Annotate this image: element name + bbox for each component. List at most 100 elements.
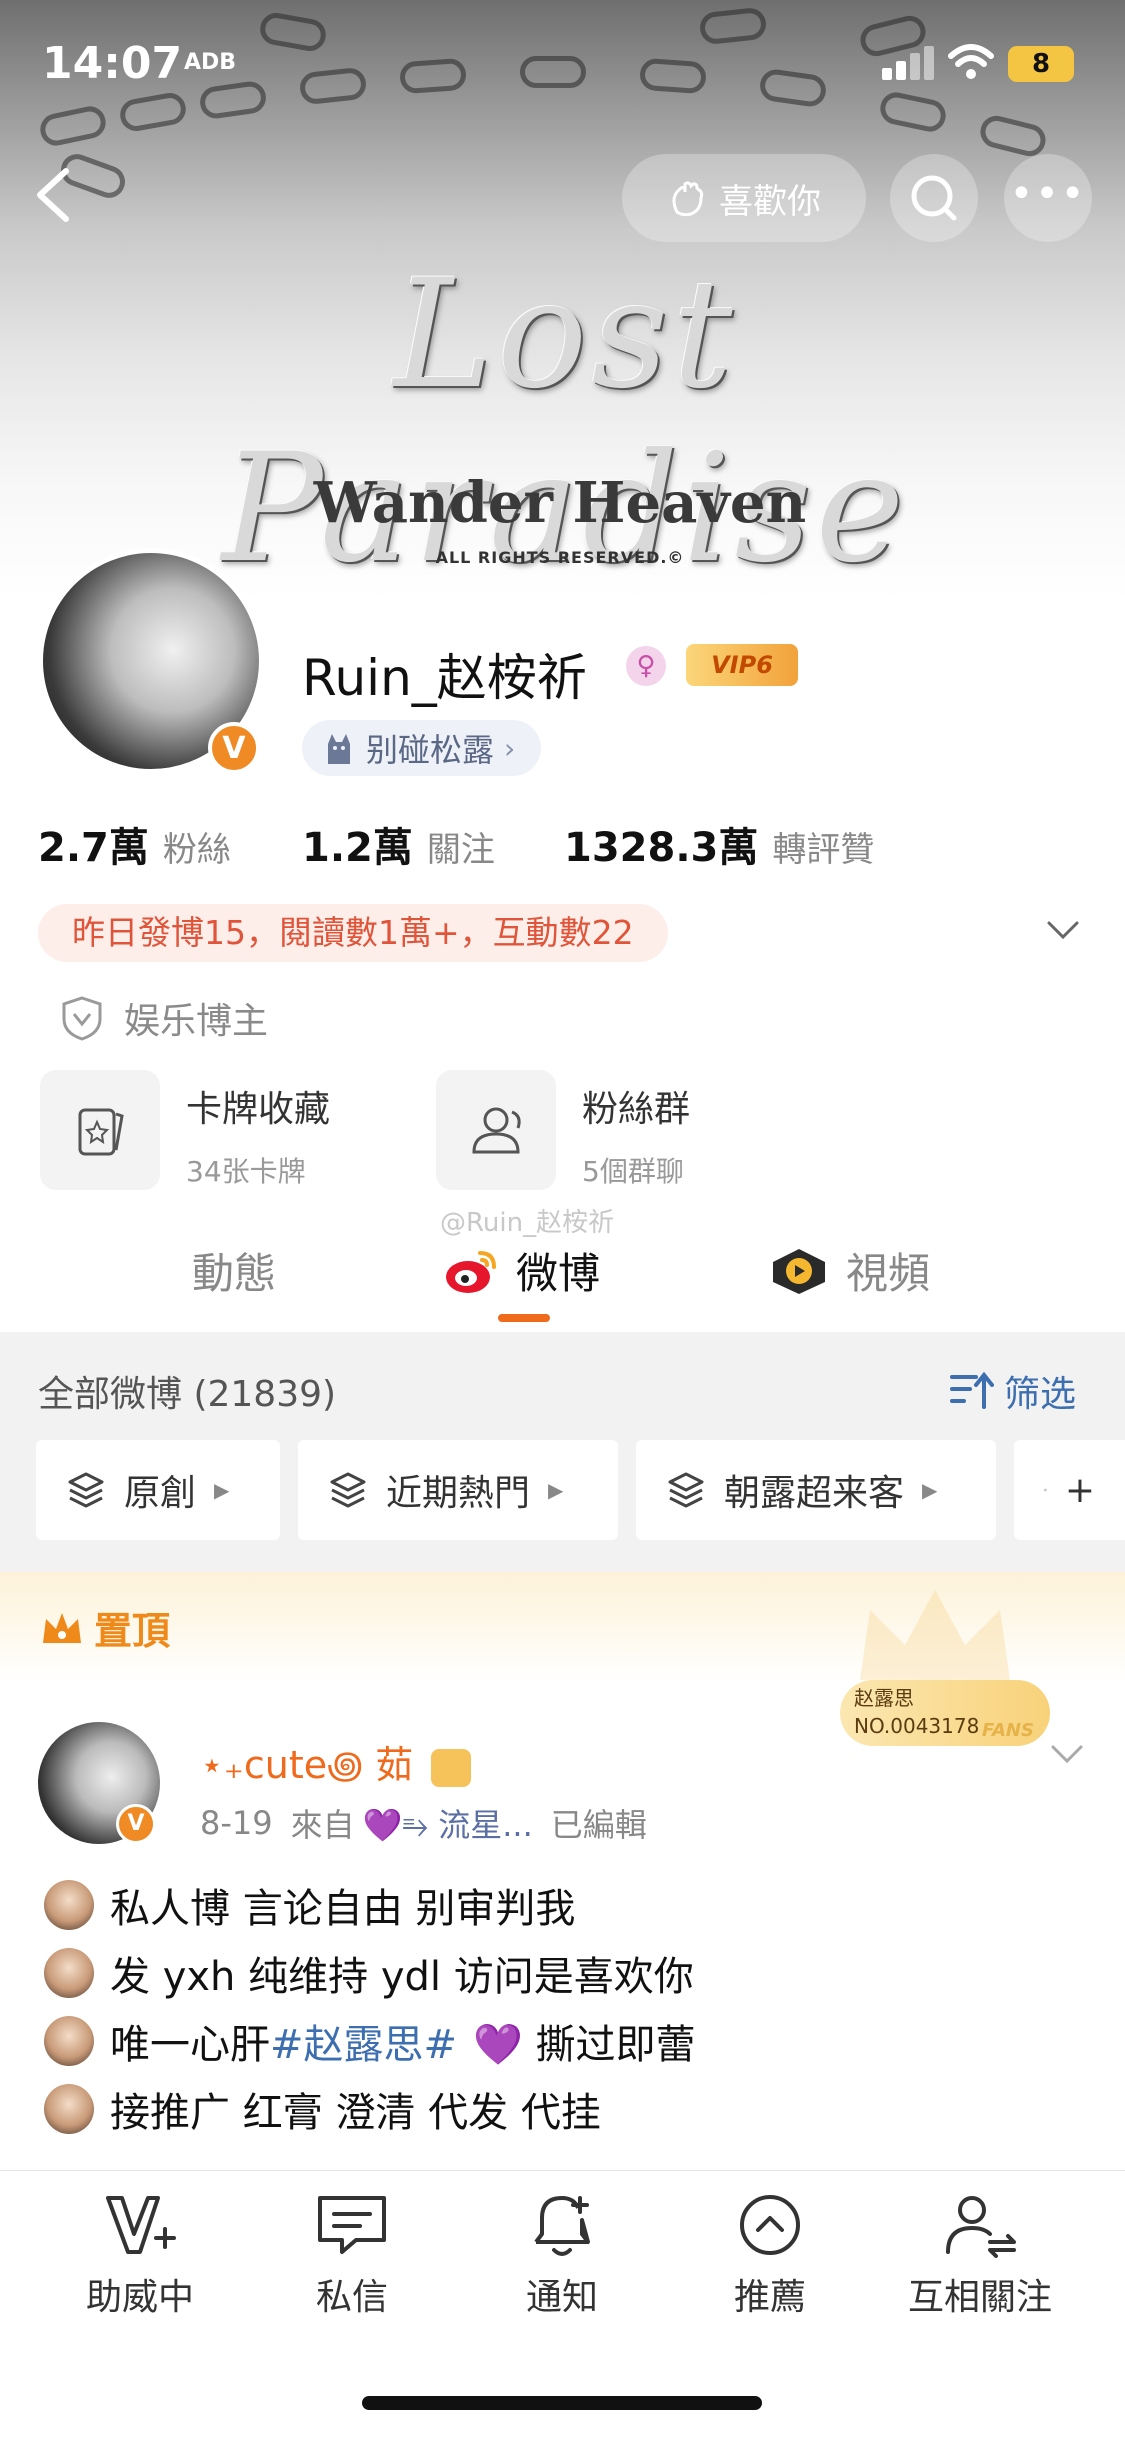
tab-weibo[interactable]: 微博 [444,1240,600,1301]
chip-label: + [1064,1469,1095,1511]
filter-button[interactable]: 筛选 [950,1365,1076,1417]
post-from-label: 來自 [290,1806,355,1844]
stat-value: 1.2萬 [302,825,413,871]
like-you-button[interactable]: 喜歡你 [622,154,866,242]
card-collection-entry[interactable]: 卡牌收藏 34张卡牌 [40,1070,330,1190]
chip-more[interactable]: + [1014,1440,1125,1540]
cheer-icon [106,2196,176,2254]
layers-icon [1044,1488,1047,1492]
stat-label: 轉評贊 [772,830,875,870]
post-meta: 8-19 來自 💜⥱ 流星... 已編輯 [200,1800,647,1846]
more-options-button[interactable]: ••• [1004,154,1092,242]
profile-username: Ruin_赵桉祈 [302,649,587,707]
like-you-label: 喜歡你 [719,181,821,222]
nav-label: 通知 [525,2277,598,2318]
search-button[interactable] [890,154,978,242]
chip-recent-hot[interactable]: 近期熱門 ▶ [298,1440,618,1540]
message-button[interactable]: 私信 [252,2190,452,2320]
recommend-button[interactable]: 推薦 [670,2190,870,2320]
post-line-text: 发 yxh 纯维持 ydl 访问是喜欢你 [110,1954,694,2000]
cover-rights-text: ALL RIGHTS RESERVED.© [435,548,685,567]
stat-followers[interactable]: 2.7萬 粉絲 [38,815,231,873]
post-author-text: ⋆₊cute꩜ 茹 [200,1743,414,1787]
stat-interactions[interactable]: 1328.3萬 轉評贊 [564,815,874,873]
stat-label: 粉絲 [162,830,231,870]
post-line-text: 唯一心肝 [110,2022,270,2068]
chevron-right-icon: › [504,731,516,765]
stat-following[interactable]: 1.2萬 關注 [302,815,495,873]
feature-title: 卡牌收藏 [186,1089,331,1130]
home-indicator [362,2396,762,2410]
mutual-follow-button[interactable]: 互相關注 [880,2190,1080,2320]
post-text-line: 私人博 言论自由 别审判我 [44,1876,575,1934]
fan-group-entry[interactable]: 粉絲群 5個群聊 [436,1070,690,1190]
nav-label: 私信 [315,2277,388,2318]
filter-icon [950,1371,994,1409]
pinned-text: 置頂 [94,1609,171,1653]
super-topic-label: 别碰松露 [366,731,495,769]
active-tab-indicator [498,1314,550,1322]
back-arrow-icon[interactable] [28,165,78,225]
video-icon [773,1248,825,1294]
crown-icon [43,1612,81,1643]
ellipsis-icon: ••• [1009,171,1087,217]
post-text-line: 唯一心肝 #赵露思# 💜 撕过即蕾 [44,2012,696,2070]
status-adb-label: ADB [184,50,237,75]
cheer-button[interactable]: 助威中 [40,2190,240,2320]
post-text-line: 接推广 红膏 澄清 代发 代挂 [44,2080,601,2138]
sticker-icon [44,1948,94,1998]
cat-icon [328,734,350,764]
super-topic-tag[interactable]: 别碰松露 › [302,720,542,776]
pinned-label: 置頂 [40,1600,170,1655]
sticker-icon [44,2084,94,2134]
group-icon [436,1070,556,1190]
tab-label: 微博 [516,1249,601,1298]
feature-subtitle: 34张卡牌 [186,1155,306,1188]
bell-icon [534,2196,590,2256]
female-gender-icon: ♀ [626,646,666,686]
wifi-icon [948,44,994,79]
hand-wave-icon [672,181,704,217]
shield-icon [62,996,102,1041]
chevron-down-icon[interactable] [1046,918,1080,942]
post-source[interactable]: 💜⥱ 流星... [363,1800,533,1846]
verified-badge-icon: V [116,1804,156,1844]
chip-label: 原創 [124,1473,197,1514]
recommend-icon [740,2195,800,2255]
verified-badge-icon: V [208,722,260,774]
status-time: 14:07 [42,38,183,89]
chip-label: 近期熱門 [386,1473,531,1514]
tab-label: 視頻 [846,1249,931,1298]
post-line-text: 接推广 红膏 澄清 代发 代挂 [110,2090,601,2136]
crown-badge-icon [431,1748,472,1787]
tab-video[interactable]: 視頻 [768,1240,930,1301]
all-posts-count: 全部微博 (21839) [38,1374,337,1415]
nav-label: 互相關注 [907,2277,1052,2318]
feature-title: 粉絲群 [582,1089,691,1130]
weibo-logo-icon [446,1250,496,1293]
post-date: 8-19 [200,1804,273,1842]
layers-icon [330,1472,366,1508]
notification-button[interactable]: 通知 [462,2190,662,2320]
chip-super-visitor[interactable]: 朝露超来客 ▶ [636,1440,996,1540]
post-text-line: 发 yxh 纯维持 ydl 访问是喜欢你 [44,1944,694,2002]
cellular-signal-icon [882,46,934,80]
category-label: 娱乐博主 [124,1001,269,1042]
tab-dynamics[interactable]: 動態 [192,1240,276,1301]
chevron-down-icon[interactable] [1050,1742,1084,1766]
sticker-icon [44,1880,94,1930]
daily-summary-pill[interactable]: 昨日發博15，閱讀數1萬+，互動數22 [38,904,668,962]
stat-value: 1328.3萬 [564,825,759,871]
vip-badge[interactable]: VIP6 [686,644,798,686]
battery-indicator: 8 [1008,46,1074,82]
category-row: 娱乐博主 [60,992,268,1044]
hashtag-link[interactable]: #赵露思# [270,2012,457,2070]
chip-original[interactable]: 原創 ▶ [36,1440,280,1540]
post-author-name[interactable]: ⋆₊cute꩜ 茹 [200,1734,472,1792]
cover-title: Lost Paradise [221,248,909,596]
search-icon [911,175,957,221]
chip-label: 朝露超来客 [724,1473,905,1514]
watermark-text: @Ruin_赵桉祈 [440,1208,615,1238]
filter-label: 筛选 [1004,1374,1077,1415]
card-icon [40,1070,160,1190]
